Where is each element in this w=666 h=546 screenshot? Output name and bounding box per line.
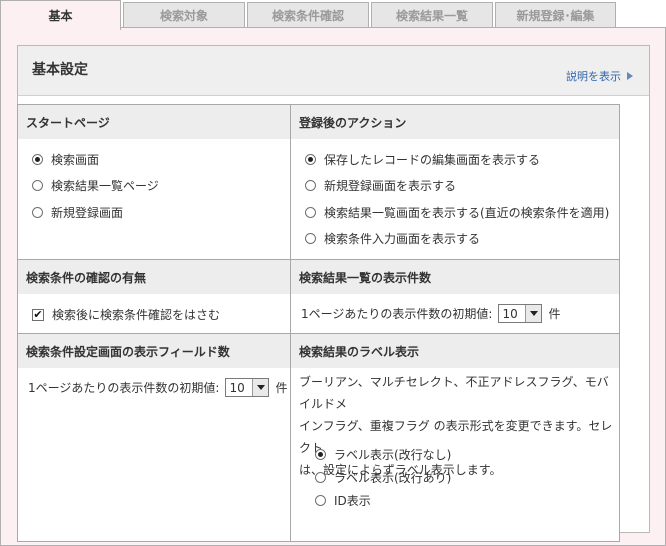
label-display-description: ブーリアン、マルチセレクト、不正アドレスフラグ、モバイルドメ インフラグ、重複フ… — [299, 371, 619, 481]
tab-bar: 基本 検索対象 検索条件確認 検索結果一覧 新規登録･編集 — [0, 0, 666, 30]
arrow-right-icon — [627, 72, 633, 80]
tab-new-edit[interactable]: 新規登録･編集 — [495, 2, 616, 28]
label-display-option-with-break[interactable]: ラベル表示(改行あり) — [315, 469, 451, 486]
start-page-option-search[interactable]: 検索画面 — [32, 151, 99, 168]
tab-basic[interactable]: 基本 — [0, 0, 121, 30]
select-value: 10 — [229, 380, 245, 395]
start-page-option-new-register[interactable]: 新規登録画面 — [32, 204, 123, 221]
field-count-prefix: 1ページあたりの表示件数の初期値: — [28, 381, 220, 395]
after-register-section: 登録後のアクション 保存したレコードの編集画面を表示する 新規登録画面を表示する… — [291, 105, 619, 260]
label-display-option-id[interactable]: ID表示 — [315, 492, 371, 509]
result-count-suffix: 件 — [548, 307, 561, 321]
option-label: ラベル表示(改行あり) — [334, 471, 452, 485]
radio-unchecked-icon[interactable] — [305, 207, 316, 218]
label-display-heading: 検索結果のラベル表示 — [291, 334, 619, 368]
option-label: 検索結果一覧画面を表示する(直近の検索条件を適用) — [324, 206, 610, 220]
checkbox-checked-icon[interactable]: ✔ — [32, 308, 44, 321]
radio-checked-icon[interactable] — [305, 154, 316, 165]
tab-search-target[interactable]: 検索対象 — [123, 2, 245, 28]
field-count-row: 1ページあたりの表示件数の初期値: 10 件 — [28, 378, 287, 397]
checkbox-label: 検索後に検索条件確認をはさむ — [52, 308, 221, 322]
chevron-down-icon[interactable] — [252, 379, 269, 396]
tab-search-condition-confirm[interactable]: 検索条件確認 — [247, 2, 369, 28]
result-count-section: 検索結果一覧の表示件数 1ページあたりの表示件数の初期値: 10 件 — [291, 260, 619, 334]
panel-title: 基本設定 — [32, 62, 88, 78]
field-count-suffix: 件 — [275, 381, 288, 395]
option-label: 検索条件入力画面を表示する — [324, 232, 481, 246]
show-help-link[interactable]: 説明を表示 — [566, 68, 633, 84]
option-label: 新規登録画面 — [51, 206, 124, 220]
label-display-option-no-break[interactable]: ラベル表示(改行なし) — [315, 446, 451, 463]
after-register-option-result-list[interactable]: 検索結果一覧画面を表示する(直近の検索条件を適用) — [305, 204, 609, 221]
chevron-down-icon[interactable] — [525, 305, 542, 322]
radio-unchecked-icon[interactable] — [305, 180, 316, 191]
tab-content-frame: 基本設定 説明を表示 スタートページ 検索画面 検索結果一覧ページ 新規登録画面 — [0, 27, 666, 546]
option-label: 保存したレコードの編集画面を表示する — [324, 153, 541, 167]
field-count-heading: 検索条件設定画面の表示フィールド数 — [18, 334, 290, 368]
option-label: ラベル表示(改行なし) — [334, 448, 452, 462]
option-label: ID表示 — [334, 494, 371, 508]
option-label: 新規登録画面を表示する — [324, 179, 457, 193]
label-display-section: 検索結果のラベル表示 ブーリアン、マルチセレクト、不正アドレスフラグ、モバイルド… — [291, 334, 619, 541]
field-count-section: 検索条件設定画面の表示フィールド数 1ページあたりの表示件数の初期値: 10 件 — [18, 334, 291, 541]
tab-search-result-list[interactable]: 検索結果一覧 — [371, 2, 493, 28]
confirm-section: 検索条件の確認の有無 ✔ 検索後に検索条件確認をはさむ — [18, 260, 291, 334]
radio-checked-icon[interactable] — [32, 154, 43, 165]
select-value: 10 — [502, 306, 518, 321]
after-register-heading: 登録後のアクション — [291, 105, 619, 139]
confirm-checkbox-row[interactable]: ✔ 検索後に検索条件確認をはさむ — [32, 306, 220, 323]
result-count-prefix: 1ページあたりの表示件数の初期値: — [301, 307, 493, 321]
after-register-option-new[interactable]: 新規登録画面を表示する — [305, 177, 456, 194]
field-count-select[interactable]: 10 — [225, 378, 270, 397]
start-page-heading: スタートページ — [18, 105, 290, 139]
start-page-section: スタートページ 検索画面 検索結果一覧ページ 新規登録画面 — [18, 105, 291, 260]
option-label: 検索画面 — [51, 153, 100, 167]
after-register-option-edit-saved[interactable]: 保存したレコードの編集画面を表示する — [305, 151, 540, 168]
radio-unchecked-icon[interactable] — [32, 180, 43, 191]
description-line: ブーリアン、マルチセレクト、不正アドレスフラグ、モバイルドメ — [299, 375, 609, 411]
after-register-option-search-input[interactable]: 検索条件入力画面を表示する — [305, 230, 480, 247]
radio-checked-icon[interactable] — [315, 449, 326, 460]
radio-unchecked-icon[interactable] — [32, 207, 43, 218]
help-link-label: 説明を表示 — [566, 70, 621, 83]
radio-unchecked-icon[interactable] — [315, 472, 326, 483]
confirm-heading: 検索条件の確認の有無 — [18, 260, 290, 294]
option-label: 検索結果一覧ページ — [51, 179, 159, 193]
settings-grid: スタートページ 検索画面 検索結果一覧ページ 新規登録画面 登録後のアクション … — [17, 104, 620, 542]
result-count-select[interactable]: 10 — [498, 304, 543, 323]
start-page-option-result-list[interactable]: 検索結果一覧ページ — [32, 177, 159, 194]
result-count-row: 1ページあたりの表示件数の初期値: 10 件 — [301, 304, 560, 323]
radio-unchecked-icon[interactable] — [305, 233, 316, 244]
panel-header: 基本設定 説明を表示 — [18, 46, 649, 96]
result-count-heading: 検索結果一覧の表示件数 — [291, 260, 619, 294]
radio-unchecked-icon[interactable] — [315, 495, 326, 506]
